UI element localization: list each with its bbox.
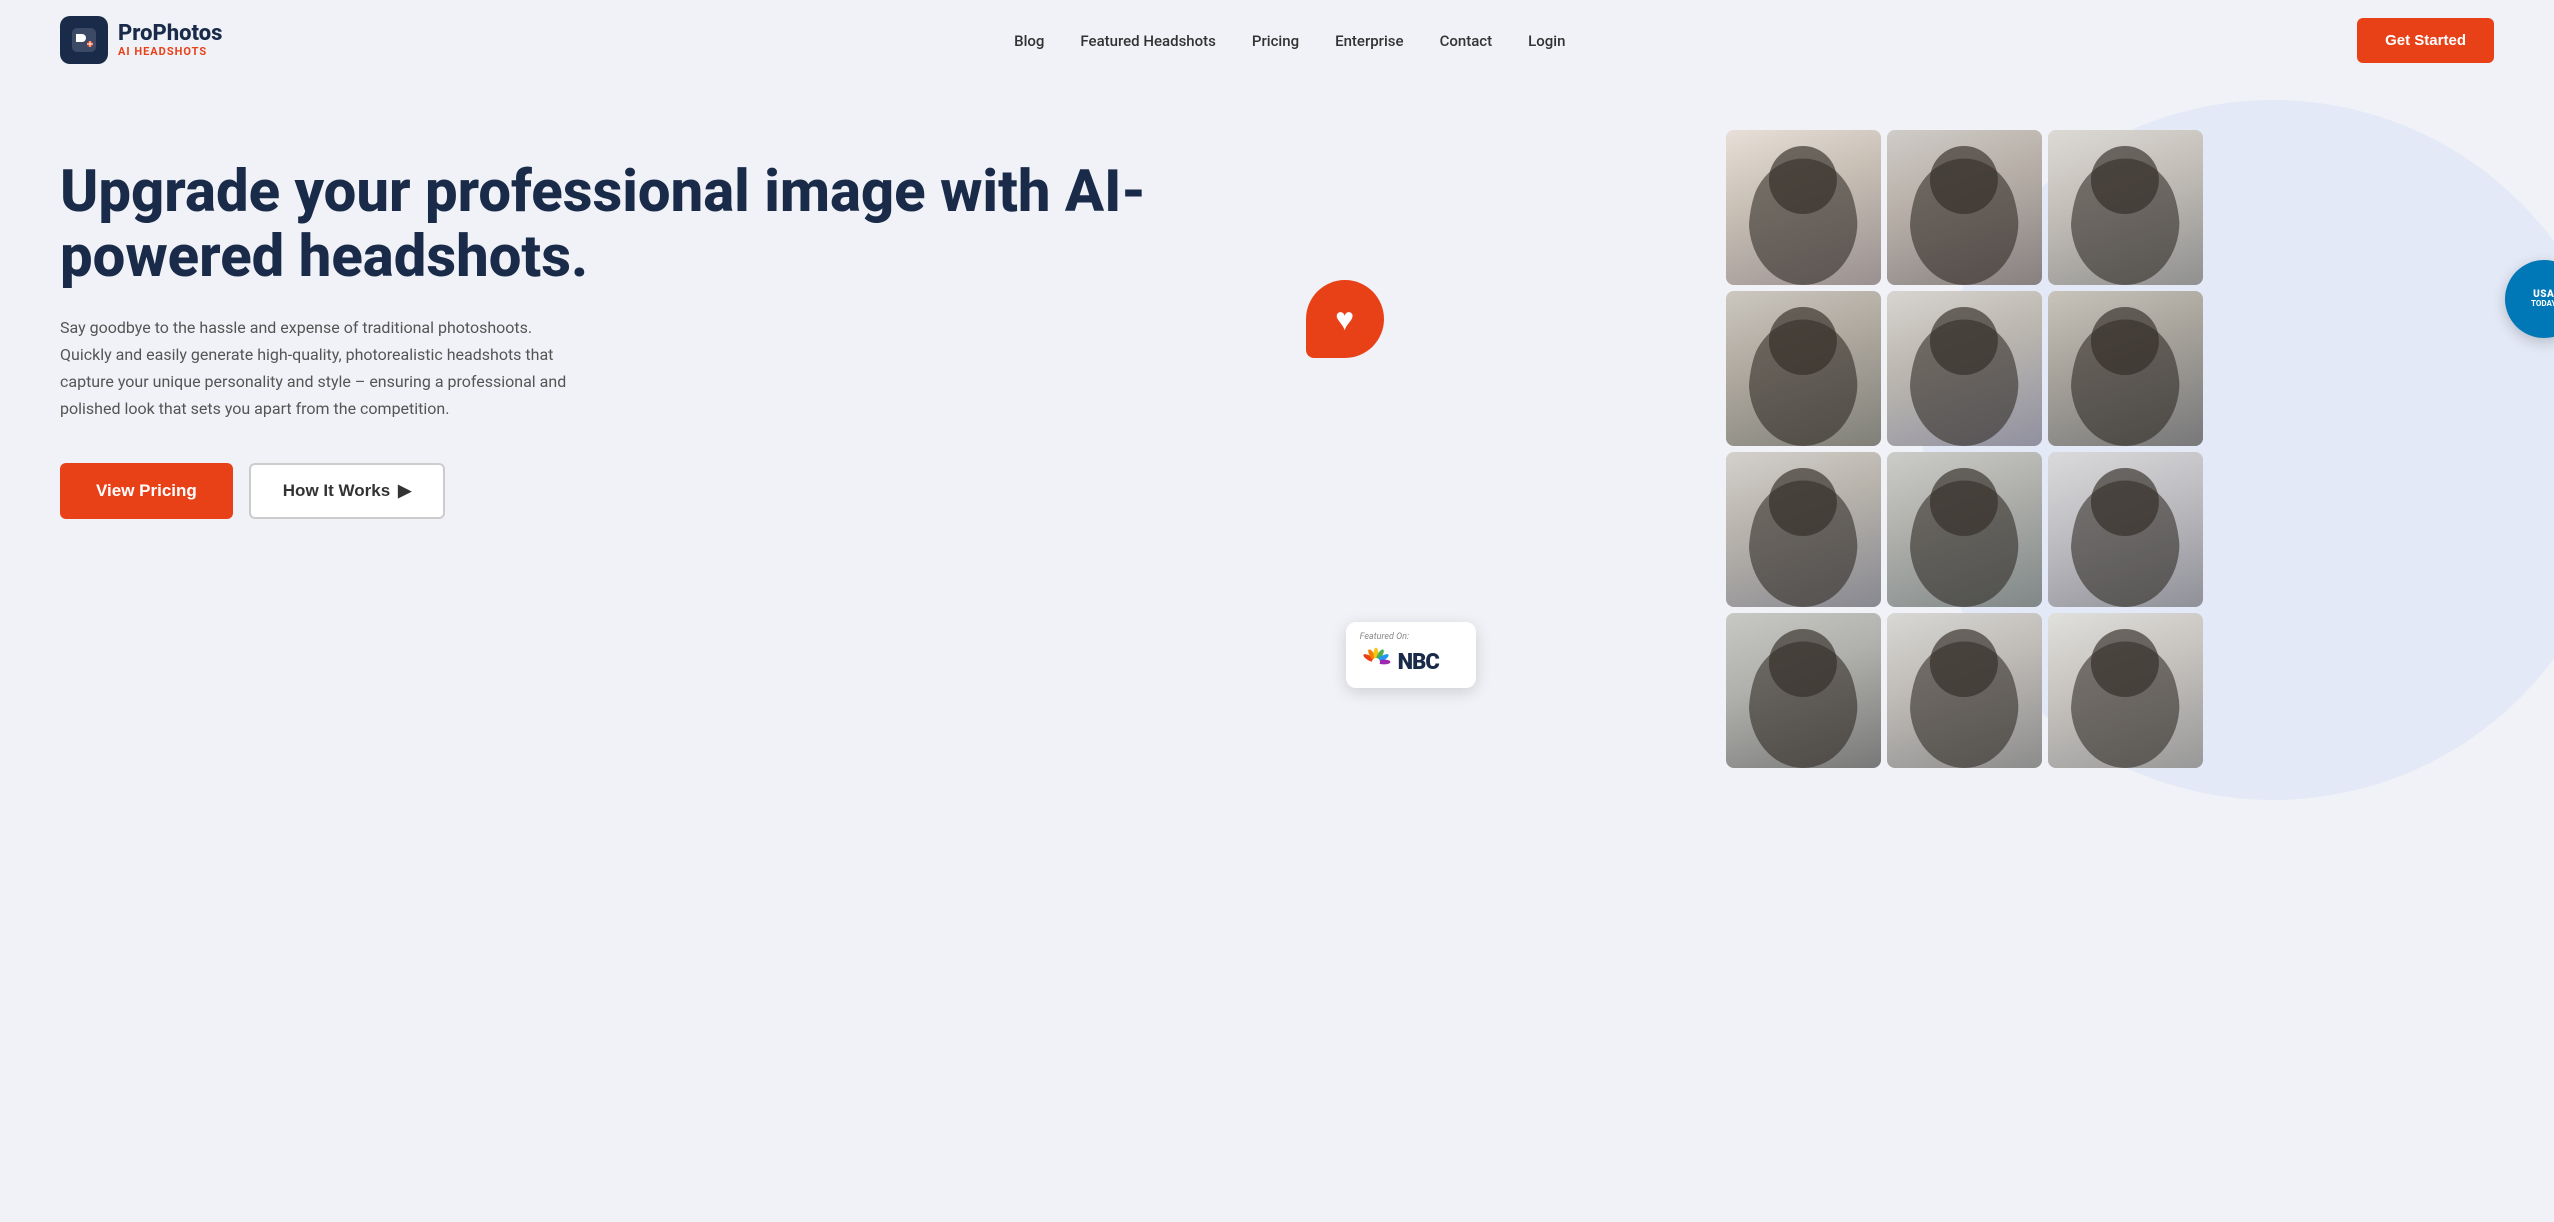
get-started-button[interactable]: Get Started bbox=[2357, 18, 2494, 63]
logo-icon bbox=[60, 16, 108, 64]
photo-cell-6 bbox=[2048, 291, 2203, 446]
logo-text: ProPhotos AI HEADSHOTS bbox=[118, 22, 222, 58]
photo-cell-4 bbox=[1726, 291, 1881, 446]
nav-enterprise[interactable]: Enterprise bbox=[1335, 32, 1403, 50]
nav-login[interactable]: Login bbox=[1528, 32, 1565, 50]
hero-description: Say goodbye to the hassle and expense of… bbox=[60, 314, 580, 423]
photo-grid bbox=[1726, 130, 2203, 768]
photo-cell-7 bbox=[1726, 452, 1881, 607]
hero-visual: ♥ Featured On: bbox=[1326, 100, 2543, 768]
headshot-11 bbox=[1887, 613, 2042, 768]
nbc-badge: Featured On: bbox=[1346, 622, 1476, 688]
headshot-5 bbox=[1887, 291, 2042, 446]
logo-subtitle: AI HEADSHOTS bbox=[118, 46, 222, 58]
hero-title: Upgrade your professional image with AI-… bbox=[60, 160, 1326, 290]
nbc-featured-text: Featured On: bbox=[1360, 632, 1462, 642]
photo-cell-10 bbox=[1726, 613, 1881, 768]
headshot-1 bbox=[1726, 130, 1881, 285]
nbc-logo: NBC bbox=[1360, 646, 1462, 678]
hero-section: Upgrade your professional image with AI-… bbox=[0, 80, 2554, 1222]
headshot-6 bbox=[2048, 291, 2203, 446]
chat-bubble: ♥ bbox=[1306, 280, 1396, 370]
photo-cell-12 bbox=[2048, 613, 2203, 768]
nav-blog[interactable]: Blog bbox=[1014, 32, 1044, 50]
how-it-works-label: How It Works bbox=[283, 481, 390, 501]
photo-cell-3 bbox=[2048, 130, 2203, 285]
photo-cell-2 bbox=[1887, 130, 2042, 285]
headshot-10 bbox=[1726, 613, 1881, 768]
headshot-2 bbox=[1887, 130, 2042, 285]
view-pricing-button[interactable]: View Pricing bbox=[60, 463, 233, 519]
nav-pricing[interactable]: Pricing bbox=[1252, 32, 1299, 50]
headshot-9 bbox=[2048, 452, 2203, 607]
navbar: ProPhotos AI HEADSHOTS Blog Featured Hea… bbox=[0, 0, 2554, 80]
nav-contact[interactable]: Contact bbox=[1440, 32, 1493, 50]
nbc-peacock-icon bbox=[1360, 646, 1392, 678]
photo-cell-1 bbox=[1726, 130, 1881, 285]
hero-content: Upgrade your professional image with AI-… bbox=[60, 100, 1326, 519]
headshot-7 bbox=[1726, 452, 1881, 607]
logo: ProPhotos AI HEADSHOTS bbox=[60, 16, 222, 64]
logo-name: ProPhotos bbox=[118, 22, 222, 46]
play-icon: ▶ bbox=[398, 481, 411, 501]
hero-buttons: View Pricing How It Works ▶ bbox=[60, 463, 1326, 519]
nbc-label: NBC bbox=[1398, 650, 1439, 675]
headshot-12 bbox=[2048, 613, 2203, 768]
photo-cell-11 bbox=[1887, 613, 2042, 768]
headshot-3 bbox=[2048, 130, 2203, 285]
photo-cell-8 bbox=[1887, 452, 2042, 607]
photo-cell-9 bbox=[2048, 452, 2203, 607]
heart-icon: ♥ bbox=[1335, 300, 1354, 338]
nav-links: Blog Featured Headshots Pricing Enterpri… bbox=[1014, 31, 1565, 50]
photo-cell-5 bbox=[1887, 291, 2042, 446]
headshot-8 bbox=[1887, 452, 2042, 607]
usa-today-line2: TODAY bbox=[2531, 300, 2554, 309]
headshot-4 bbox=[1726, 291, 1881, 446]
nav-featured-headshots[interactable]: Featured Headshots bbox=[1080, 32, 1215, 50]
how-it-works-button[interactable]: How It Works ▶ bbox=[249, 463, 445, 519]
